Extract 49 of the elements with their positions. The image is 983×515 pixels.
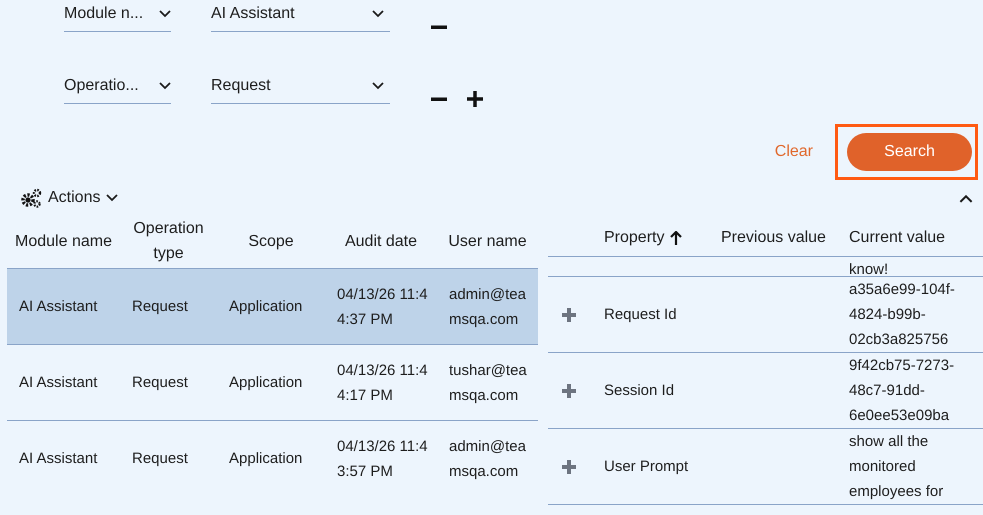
chevron-down-icon <box>159 82 171 90</box>
table-cell-text: Request <box>131 449 189 469</box>
table-cell-text: Application <box>228 373 304 393</box>
chevron-down-icon <box>159 10 171 18</box>
column-header[interactable]: User name <box>437 214 538 268</box>
table-cell-text: 04/13/26 11:44:37 PM <box>336 284 429 330</box>
expand-icon[interactable] <box>561 458 577 474</box>
table-cell-text: 04/13/26 11:44:17 PM <box>336 360 429 406</box>
table-cell-text: 04/13/26 11:43:57 PM <box>336 436 429 482</box>
value-dropdown[interactable]: AI Assistant <box>211 1 390 32</box>
column-header[interactable]: Audit date <box>325 214 437 268</box>
column-header[interactable]: Module name <box>7 214 120 268</box>
gears-icon <box>20 188 42 208</box>
add-icon[interactable] <box>466 90 484 108</box>
table-cell-text: show all the monitored employees for <box>849 432 944 502</box>
column-header[interactable]: Scope <box>217 214 325 268</box>
table-row[interactable]: AI Assistant Request Application 04/13/26 11:43:57 PM admin@teamsqa.com <box>7 420 538 496</box>
chevron-down-icon <box>106 194 118 202</box>
actions-menu[interactable]: Actions <box>20 188 118 208</box>
table-cell-text: AI Assistant <box>18 449 98 469</box>
table-cell-text: User Prompt <box>604 457 690 477</box>
table-cell-text: admin@teamsqa.com <box>448 284 527 330</box>
expand-icon[interactable] <box>561 382 577 398</box>
table-cell-text: Request <box>131 373 189 393</box>
table-cell-text: tushar@teamsqa.com <box>448 360 528 406</box>
chevron-up-icon[interactable] <box>959 194 973 202</box>
value-dropdown[interactable]: Request <box>211 73 390 104</box>
table-cell-text: Application <box>228 297 304 317</box>
expand-icon[interactable] <box>561 306 577 322</box>
field-dropdown[interactable]: Operatio... <box>64 73 171 104</box>
table-cell-text: Session Id <box>604 381 676 401</box>
table-cell-text: know! <box>849 260 890 276</box>
table-cell-text: a35a6e99-104f-4824-b99b-02cb3a825756 <box>849 280 956 350</box>
table-row[interactable]: AI Assistant Request Application 04/13/26 11:44:17 PM tushar@teamsqa.com <box>7 344 538 420</box>
field-dropdown[interactable]: Module n... <box>64 1 171 32</box>
chevron-down-icon <box>372 10 384 18</box>
table-cell-text: Application <box>228 449 304 469</box>
chevron-down-icon <box>372 82 384 90</box>
table-row[interactable]: AI Assistant Request Application 04/13/26 11:44:37 PM admin@teamsqa.com <box>7 268 538 344</box>
column-header[interactable]: Operation type <box>120 214 217 268</box>
table-cell-text: AI Assistant <box>18 373 98 393</box>
column-header[interactable]: Previous value <box>721 229 826 247</box>
search-button[interactable]: Search <box>847 133 972 171</box>
table-cell-text: admin@teamsqa.com <box>448 436 527 482</box>
table-cell-text: AI Assistant <box>18 297 98 317</box>
table-cell-text: Request <box>131 297 189 317</box>
column-header[interactable]: Property <box>604 229 664 247</box>
column-header[interactable]: Current value <box>849 229 946 247</box>
table-cell-text: Request Id <box>604 305 678 325</box>
